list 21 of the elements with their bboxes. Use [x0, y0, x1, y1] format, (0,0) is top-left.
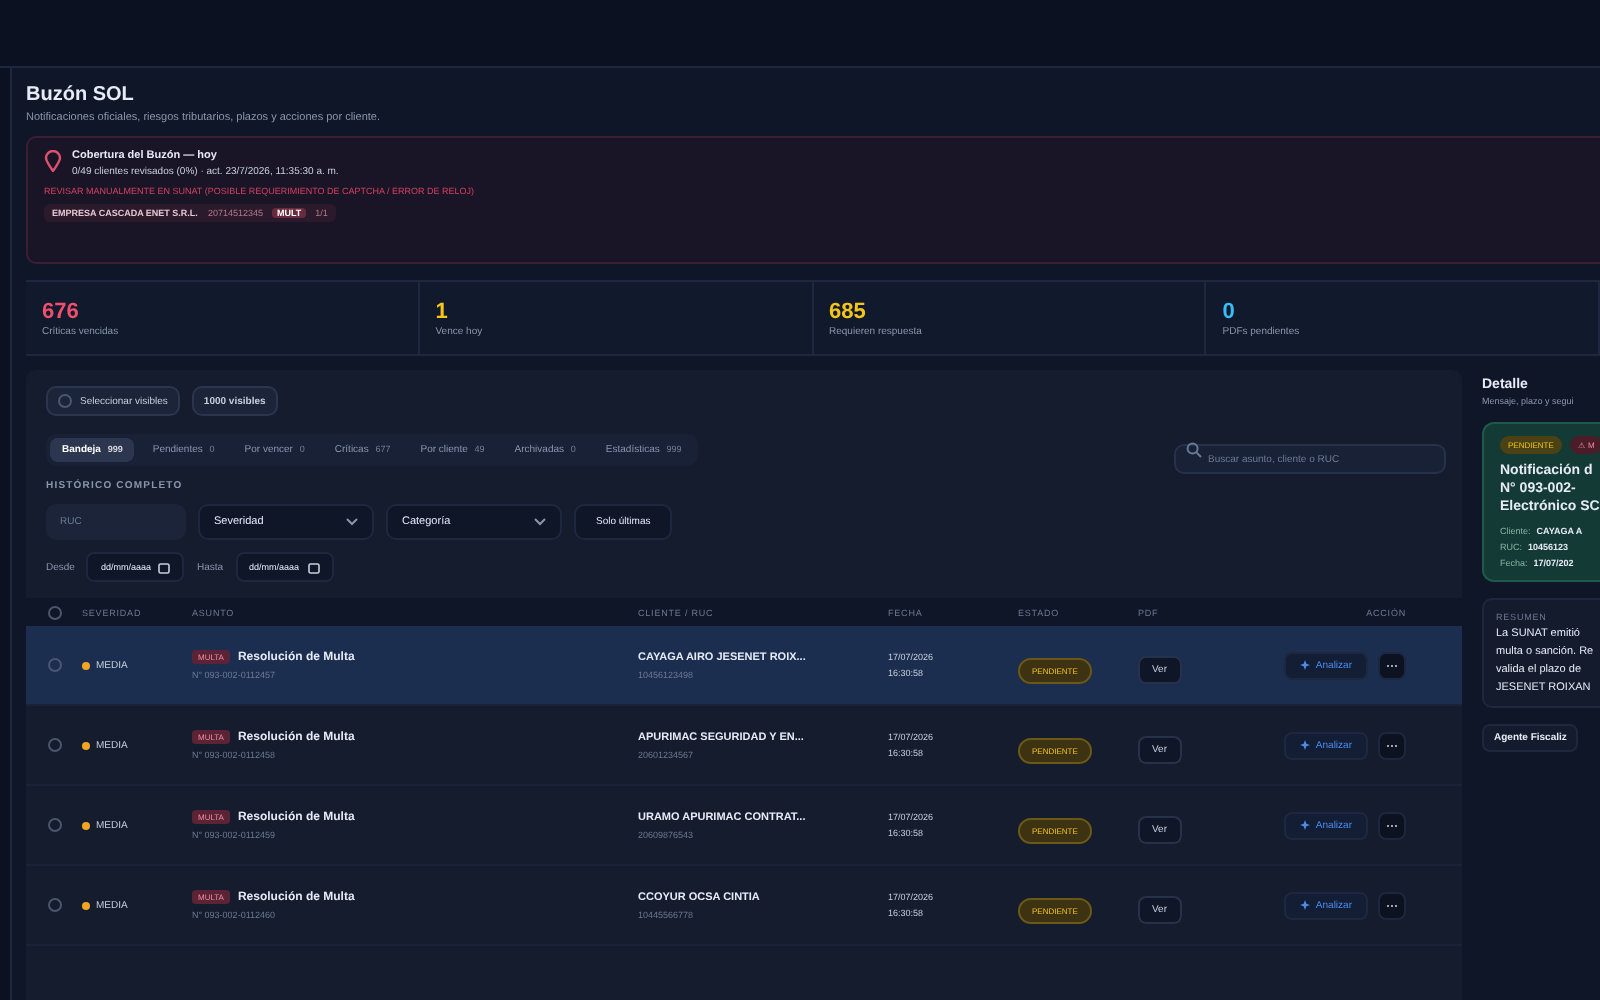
chevron-down-icon [346, 518, 358, 526]
stat-value: 685 [829, 299, 868, 323]
calendar-icon [158, 561, 171, 573]
sparkle-icon [1299, 660, 1310, 670]
row-checkbox[interactable] [47, 738, 61, 752]
stat-value: 0 [1222, 299, 1237, 323]
row-checkbox[interactable] [47, 658, 61, 672]
page-title: Buzón SOL [26, 84, 136, 106]
row-checkbox[interactable] [47, 818, 61, 832]
stat-value: 1 [435, 299, 450, 323]
chevron-down-icon [534, 518, 546, 526]
stat-value: 676 [42, 299, 81, 323]
calendar-icon [307, 561, 320, 573]
location-pin-icon [44, 150, 62, 172]
select-all-checkbox[interactable] [47, 605, 61, 619]
sparkle-icon [1299, 820, 1310, 830]
sparkle-icon [1299, 740, 1310, 750]
sparkle-icon [1299, 900, 1310, 910]
checkbox-icon [58, 394, 72, 408]
search-icon [1186, 442, 1202, 458]
row-checkbox[interactable] [47, 898, 61, 912]
